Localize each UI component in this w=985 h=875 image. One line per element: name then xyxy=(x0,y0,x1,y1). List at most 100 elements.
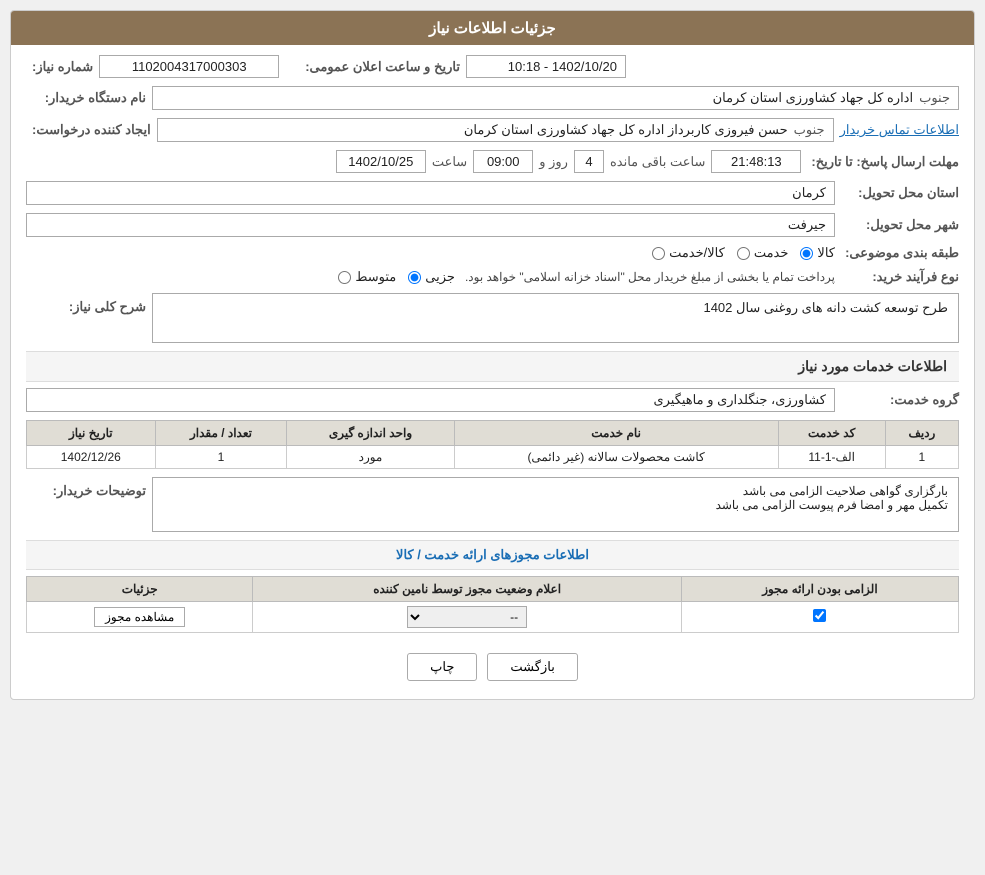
col-header-name: نام خدمت xyxy=(454,421,778,446)
category-option-2[interactable]: خدمت xyxy=(737,245,789,261)
license-section-title: اطلاعات مجوزهای ارائه خدمت / کالا xyxy=(26,540,959,570)
service-cell-row: 1 xyxy=(885,446,958,469)
deadline-time-label: ساعت xyxy=(432,154,467,170)
service-cell-code: الف-1-11 xyxy=(778,446,885,469)
province-label: استان محل تحویل: xyxy=(839,185,959,201)
deadline-timer: 21:48:13 ساعت باقی مانده 4 روز و xyxy=(539,150,801,173)
back-button[interactable]: بازگشت xyxy=(487,653,577,681)
city-label: شهر محل تحویل: xyxy=(839,217,959,233)
category-option-2-label: خدمت xyxy=(754,245,789,261)
page-wrapper: جزئیات اطلاعات نیاز 1402/10/20 - 10:18 ت… xyxy=(0,0,985,710)
license-cell-status: -- xyxy=(253,602,681,633)
category-radio-2[interactable] xyxy=(737,247,750,260)
buyer-desc-value: بارگزاری گواهی صلاحیت الزامی می باشد تکم… xyxy=(152,477,959,532)
creator-row: اطلاعات تماس خریدار جنوب حسن فیروزی کارب… xyxy=(26,118,959,142)
content-area: 1402/10/20 - 10:18 تاریخ و ساعت اعلان عم… xyxy=(11,45,974,699)
category-label: طبقه بندی موضوعی: xyxy=(839,245,959,261)
services-table-wrap: ردیف کد خدمت نام خدمت واحد اندازه گیری ت… xyxy=(26,420,959,469)
service-section-title: اطلاعات خدمات مورد نیاز xyxy=(26,351,959,382)
remaining-label: ساعت باقی مانده xyxy=(610,154,705,170)
license-col-status: اعلام وضعیت مجوز توسط نامین کننده xyxy=(253,577,681,602)
need-number-row: 1402/10/20 - 10:18 تاریخ و ساعت اعلان عم… xyxy=(26,55,959,78)
license-col-required: الزامی بودن ارائه مجوز xyxy=(681,577,958,602)
remaining-time-value: 21:48:13 xyxy=(711,150,801,173)
service-cell-date: 1402/12/26 xyxy=(27,446,156,469)
description-label: شرح کلی نیاز: xyxy=(26,293,146,315)
services-table: ردیف کد خدمت نام خدمت واحد اندازه گیری ت… xyxy=(26,420,959,469)
category-option-1-label: کالا xyxy=(817,245,835,261)
purchase-option-1[interactable]: جزیی xyxy=(408,269,455,285)
description-section: طرح توسعه کشت دانه های روغنی سال 1402 شر… xyxy=(26,293,959,343)
service-group-row: گروه خدمت: کشاورزی، جنگلداری و ماهیگیری xyxy=(26,388,959,412)
service-group-value: کشاورزی، جنگلداری و ماهیگیری xyxy=(26,388,835,412)
purchase-type-inner: پرداخت تمام یا بخشی از مبلغ خریدار محل "… xyxy=(26,269,835,285)
category-radio-group: کالا/خدمت خدمت کالا xyxy=(652,245,835,261)
license-cell-required xyxy=(681,602,958,633)
col-header-code: کد خدمت xyxy=(778,421,885,446)
date-section: 1402/10/20 - 10:18 تاریخ و ساعت اعلان عم… xyxy=(299,55,626,78)
date-label: تاریخ و ساعت اعلان عمومی: xyxy=(299,59,460,75)
purchase-radio-1[interactable] xyxy=(408,271,421,284)
province-row: استان محل تحویل: کرمان xyxy=(26,181,959,205)
license-cell-details: مشاهده مجوز xyxy=(27,602,253,633)
buyer-org-text: اداره کل جهاد کشاورزی استان کرمان xyxy=(713,90,914,106)
license-table-row: -- مشاهده مجوز xyxy=(27,602,959,633)
col-header-qty: تعداد / مقدار xyxy=(155,421,287,446)
category-radio-1[interactable] xyxy=(800,247,813,260)
need-number-label: شماره نیاز: xyxy=(26,59,93,75)
col-header-row: ردیف xyxy=(885,421,958,446)
license-col-details: جزئیات xyxy=(27,577,253,602)
deadline-time-section: 09:00 ساعت 1402/10/25 xyxy=(336,150,533,173)
creator-text: حسن فیروزی کاربرداز اداره کل جهاد کشاورز… xyxy=(464,122,788,138)
purchase-option-1-label: جزیی xyxy=(425,269,455,285)
license-status-select[interactable]: -- xyxy=(407,606,527,628)
purchase-radio-2[interactable] xyxy=(338,271,351,284)
category-option-3[interactable]: کالا/خدمت xyxy=(652,245,725,261)
view-license-button[interactable]: مشاهده مجوز xyxy=(94,607,185,627)
creator-label: ایجاد کننده درخواست: xyxy=(26,122,151,138)
service-table-row: 1الف-1-11کاشت محصولات سالانه (غیر دائمی)… xyxy=(27,446,959,469)
service-cell-unit: مورد xyxy=(287,446,454,469)
buyer-org-value: جنوب اداره کل جهاد کشاورزی استان کرمان xyxy=(152,86,959,110)
category-row: طبقه بندی موضوعی: کالا/خدمت خدمت کالا xyxy=(26,245,959,261)
print-button[interactable]: چاپ xyxy=(407,653,477,681)
contact-link[interactable]: اطلاعات تماس خریدار xyxy=(840,122,959,138)
creator-region: جنوب xyxy=(794,122,825,138)
deadline-inner: 21:48:13 ساعت باقی مانده 4 روز و 09:00 س… xyxy=(26,150,801,173)
city-row: شهر محل تحویل: جیرفت xyxy=(26,213,959,237)
province-value: کرمان xyxy=(26,181,835,205)
license-required-checkbox[interactable] xyxy=(813,609,826,622)
category-radio-3[interactable] xyxy=(652,247,665,260)
buyer-desc-line2: تکمیل مهر و امضا فرم پیوست الزامی می باش… xyxy=(163,498,948,512)
col-header-date: تاریخ نیاز xyxy=(27,421,156,446)
purchase-note: پرداخت تمام یا بخشی از مبلغ خریدار محل "… xyxy=(465,270,835,284)
buyer-desc-section: بارگزاری گواهی صلاحیت الزامی می باشد تکم… xyxy=(26,477,959,532)
city-value: جیرفت xyxy=(26,213,835,237)
creator-value: جنوب حسن فیروزی کاربرداز اداره کل جهاد ک… xyxy=(157,118,834,142)
buyer-org-label: نام دستگاه خریدار: xyxy=(26,90,146,106)
license-table-wrap: الزامی بودن ارائه مجوز اعلام وضعیت مجوز … xyxy=(26,576,959,633)
need-number-section: 1102004317000303 شماره نیاز: xyxy=(26,55,279,78)
purchase-radio-group: متوسط جزیی xyxy=(338,269,455,285)
buyer-desc-line1: بارگزاری گواهی صلاحیت الزامی می باشد xyxy=(163,484,948,498)
main-card: جزئیات اطلاعات نیاز 1402/10/20 - 10:18 ت… xyxy=(10,10,975,700)
need-number-value: 1102004317000303 xyxy=(99,55,279,78)
remaining-days-value: 4 xyxy=(574,150,604,173)
deadline-date-value: 1402/10/25 xyxy=(336,150,426,173)
service-cell-qty: 1 xyxy=(155,446,287,469)
service-group-label: گروه خدمت: xyxy=(839,392,959,408)
deadline-label: مهلت ارسال پاسخ: تا تاریخ: xyxy=(805,154,959,170)
purchase-type-label: نوع فرآیند خرید: xyxy=(839,269,959,285)
purchase-option-2-label: متوسط xyxy=(355,269,396,285)
deadline-time-value: 09:00 xyxy=(473,150,533,173)
purchase-option-2[interactable]: متوسط xyxy=(338,269,396,285)
remaining-days-label: روز و xyxy=(539,154,568,170)
buyer-desc-label: توضیحات خریدار: xyxy=(26,477,146,499)
license-table: الزامی بودن ارائه مجوز اعلام وضعیت مجوز … xyxy=(26,576,959,633)
page-title: جزئیات اطلاعات نیاز xyxy=(429,20,556,37)
category-option-1[interactable]: کالا xyxy=(800,245,835,261)
page-header: جزئیات اطلاعات نیاز xyxy=(11,11,974,45)
buyer-org-inner: جنوب اداره کل جهاد کشاورزی استان کرمان ن… xyxy=(26,86,959,110)
service-cell-name: کاشت محصولات سالانه (غیر دائمی) xyxy=(454,446,778,469)
buyer-org-row: جنوب اداره کل جهاد کشاورزی استان کرمان ن… xyxy=(26,86,959,110)
